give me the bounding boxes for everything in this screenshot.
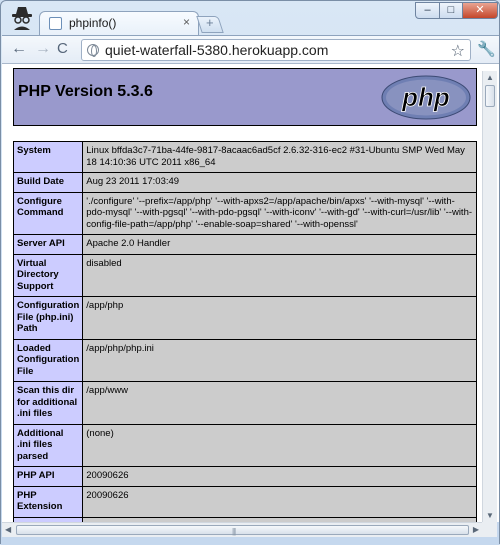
browser-window: phpinfo() × + – □ ✕ ← → C quiet-waterfal… (0, 0, 500, 545)
phpinfo-content: PHP Version 5.3.6 php System Linux bffda3… (12, 68, 477, 522)
table-row: PHP API 20090626 (12, 466, 477, 487)
row-key: Build Date (12, 172, 84, 193)
table-row: Additional .ini files parsed (none) (12, 423, 477, 467)
row-key: Loaded Configuration File (12, 338, 84, 382)
row-key: Server API (12, 234, 84, 255)
table-row: System Linux bffda3c7-71ba-44fe-9817-8aca… (12, 141, 477, 173)
page-favicon-icon (49, 17, 62, 30)
row-value: Linux bffda3c7-71ba-44fe-9817-8acaac6ad5… (82, 141, 477, 173)
address-bar[interactable]: quiet-waterfall-5380.herokuapp.com ☆ (81, 39, 471, 61)
tab-phpinfo[interactable]: phpinfo() × (39, 11, 199, 36)
globe-icon (87, 44, 99, 57)
table-row: Configure Command './configure' '--prefix… (12, 191, 477, 235)
close-window-button[interactable]: ✕ (462, 2, 498, 19)
vertical-scroll-thumb[interactable] (485, 85, 495, 107)
reload-icon[interactable]: C (57, 40, 68, 57)
row-key: Configure Command (12, 191, 84, 235)
horizontal-scroll-thumb[interactable]: ||| (16, 525, 469, 536)
tab-close-icon[interactable]: × (183, 15, 190, 29)
svg-text:php: php (401, 82, 450, 112)
minimize-button[interactable]: – (415, 2, 440, 19)
table-row: Scan this dir for additional .ini files /… (12, 381, 477, 425)
back-arrow-icon[interactable]: ← (11, 40, 27, 58)
forward-arrow-icon[interactable]: → (35, 40, 51, 58)
row-key: Configuration File (php.ini) Path (12, 296, 84, 340)
browser-toolbar: ← → C quiet-waterfall-5380.herokuapp.com… (2, 35, 499, 64)
maximize-button[interactable]: □ (439, 2, 463, 19)
incognito-icon (12, 7, 32, 30)
row-value: (none) (82, 423, 477, 467)
scrollbar-corner (482, 522, 497, 537)
row-value: /app/php/php.ini (82, 338, 477, 382)
row-key: Scan this dir for additional .ini files (12, 381, 84, 425)
table-row: Loaded Configuration File/app/php/php.in… (12, 338, 477, 382)
row-key: Additional .ini files parsed (12, 423, 84, 467)
row-value: 20090626 (82, 466, 477, 487)
table-row: Configuration File (php.ini) Path/app/ph… (12, 296, 477, 340)
php-logo-icon: php (381, 75, 471, 120)
row-key: PHP Extension (12, 485, 84, 518)
scroll-down-arrow-icon[interactable]: ▼ (486, 511, 494, 520)
grip-icon: ||| (232, 527, 236, 536)
table-row: Build Date Aug 23 2011 17:03:49 (12, 172, 477, 193)
row-value: 20090626 (82, 485, 477, 518)
bookmark-star-icon[interactable]: ☆ (451, 41, 465, 61)
table-row: PHP Extension 20090626 (12, 485, 477, 518)
table-row: Server API Apache 2.0 Handler (12, 234, 477, 255)
tab-title: phpinfo() (69, 16, 117, 30)
vertical-scrollbar[interactable]: ▲ ▼ (482, 71, 497, 522)
row-key: Virtual Directory Support (12, 253, 84, 297)
scroll-right-arrow-icon[interactable]: ▶ (473, 525, 479, 534)
row-value: /app/php (82, 296, 477, 340)
scroll-up-arrow-icon[interactable]: ▲ (486, 73, 494, 82)
phpinfo-table: System Linux bffda3c7-71ba-44fe-9817-8aca… (12, 141, 477, 522)
row-value: './configure' '--prefix=/app/php' '--wit… (82, 191, 477, 235)
horizontal-scrollbar[interactable]: ◀ ||| ▶ (2, 522, 482, 537)
page-viewport: PHP Version 5.3.6 php System Linux bffda3… (2, 64, 499, 522)
row-key: System (12, 141, 84, 173)
row-value: Aug 23 2011 17:03:49 (82, 172, 477, 193)
wrench-menu-icon[interactable]: 🔧 (477, 40, 496, 58)
table-row: Virtual Directory Support disabled (12, 253, 477, 297)
row-key: PHP API (12, 466, 84, 487)
scroll-left-arrow-icon[interactable]: ◀ (5, 525, 11, 534)
new-tab-plus-icon[interactable]: + (206, 15, 214, 30)
row-value: /app/www (82, 381, 477, 425)
php-version-header: PHP Version 5.3.6 php (13, 68, 477, 126)
url-text[interactable]: quiet-waterfall-5380.herokuapp.com (105, 42, 328, 58)
row-value: Apache 2.0 Handler (82, 234, 477, 255)
tab-strip: phpinfo() × + – □ ✕ (1, 1, 499, 36)
row-value: disabled (82, 253, 477, 297)
page-title: PHP Version 5.3.6 (18, 83, 153, 100)
